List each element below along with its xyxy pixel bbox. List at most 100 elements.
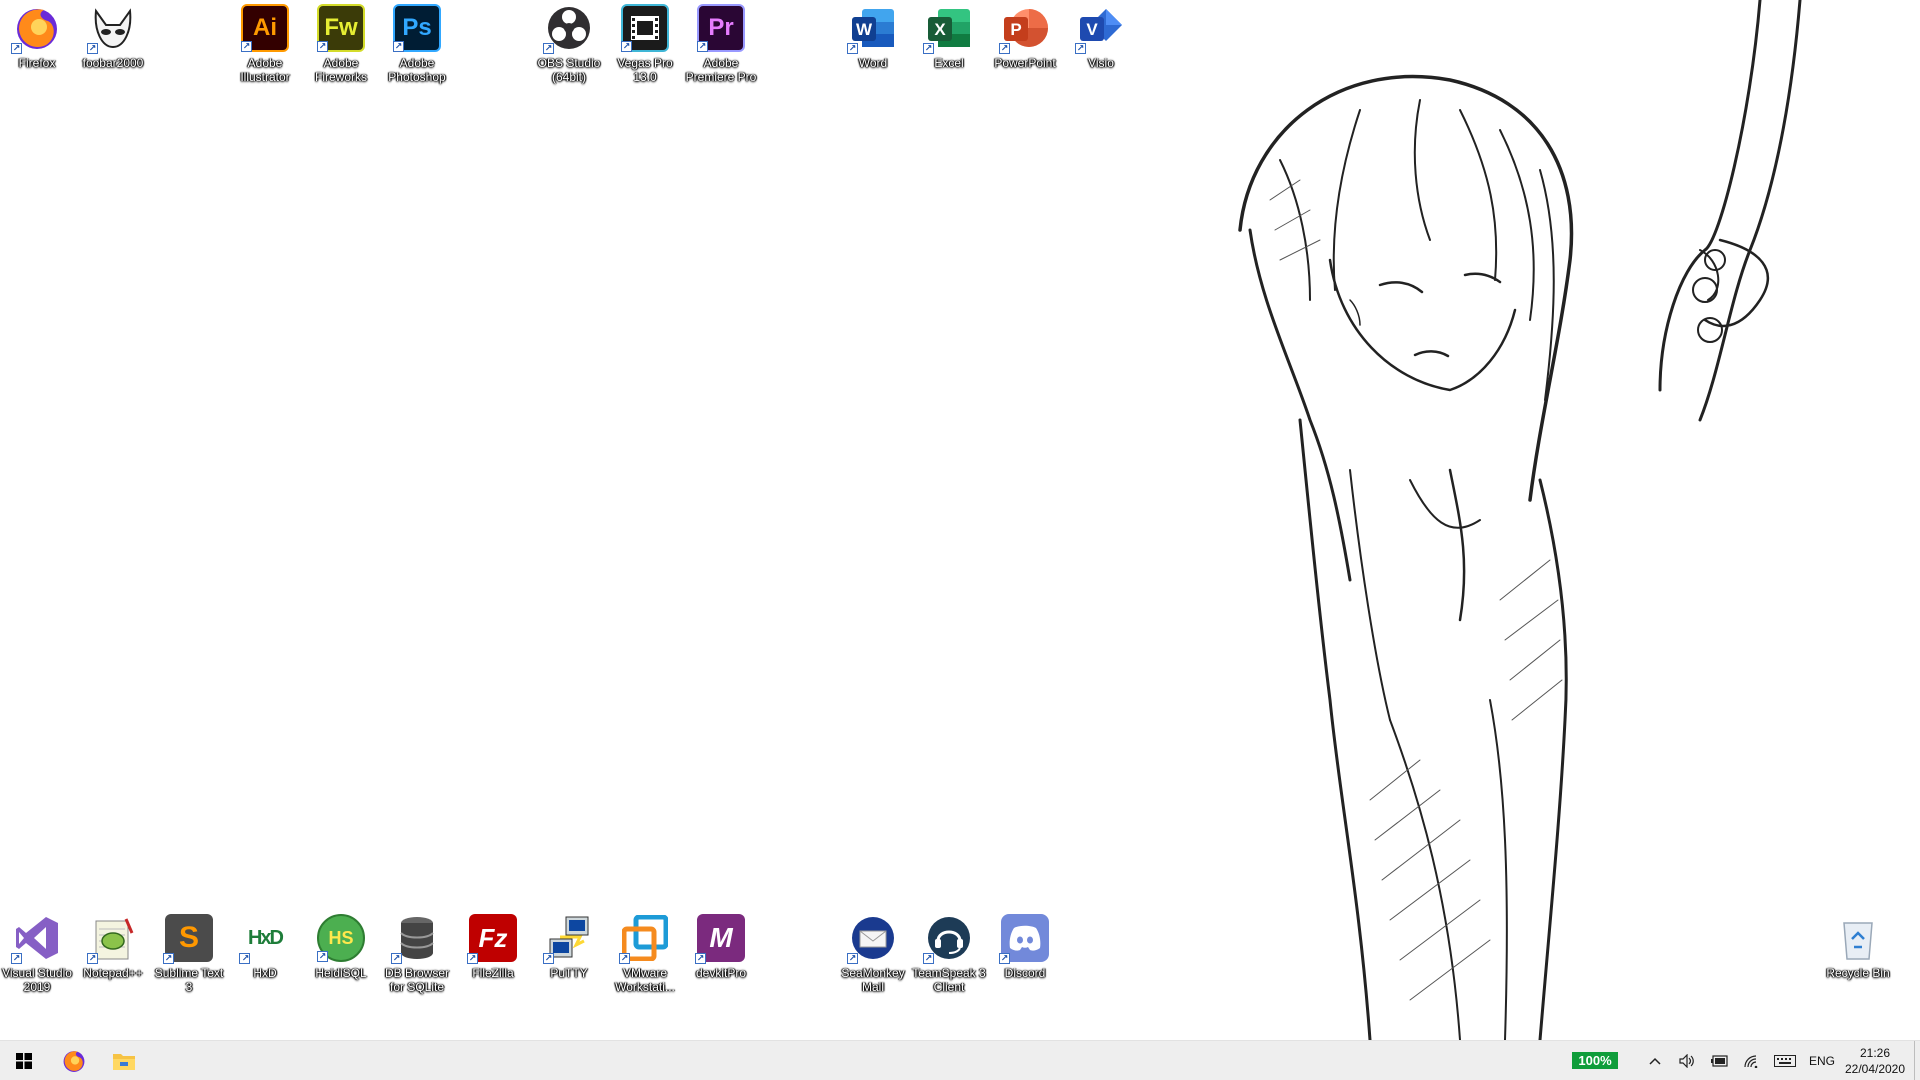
desktop-icon-obs-studio[interactable]: ↗ OBS Studio (64bit) [531,4,607,84]
desktop-icon-discord[interactable]: ↗ Discord [987,914,1063,980]
photoshop-icon: Ps ↗ [393,4,441,52]
desktop-icon-excel[interactable]: X ↗ Excel [911,4,987,70]
shortcut-arrow-icon: ↗ [317,951,328,962]
heidisql-glyph: HS [328,927,354,948]
discord-icon: ↗ [999,914,1049,964]
desktop-icon-word[interactable]: W ↗ Word [835,4,911,70]
desktop-icon-recycle-bin[interactable]: Recycle Bin [1820,914,1896,980]
desktop-icon-powerpoint[interactable]: P ↗ PowerPoint [987,4,1063,70]
desktop-icon-adobe-illustrator[interactable]: Ai ↗ Adobe Illustrator [227,4,303,84]
fireworks-glyph: Fw [324,14,358,41]
shortcut-arrow-icon: ↗ [11,953,22,964]
shortcut-arrow-icon: ↗ [923,953,934,964]
desktop-icon-label: devkitPro [695,966,747,980]
hxd-glyph: HxD [247,926,284,949]
desktop-icon-teamspeak[interactable]: ↗ TeamSpeak 3 Client [911,914,987,994]
shortcut-arrow-icon: ↗ [241,41,252,52]
desktop-icon-label: Adobe Fireworks [314,56,367,84]
desktop-icon-label: Notepad++ [83,966,143,980]
excel-icon: X ↗ [923,4,973,54]
shortcut-arrow-icon: ↗ [619,953,630,964]
desktop-icon-vegas-pro[interactable]: ↗ Vegas Pro 13.0 [607,4,683,84]
desktop-icon-label: Visual Studio 2019 [2,966,72,994]
hxd-icon: HxD ↗ [239,914,289,964]
putty-icon: ↗ [543,914,593,964]
windows-start-icon [16,1053,32,1069]
vegas-film-icon: ↗ [621,4,669,52]
desktop-icon-vmware-workstation[interactable]: ↗ VMware Workstati... [607,914,683,994]
show-hidden-icons-button[interactable] [1640,1041,1670,1080]
devkitpro-icon: M ↗ [695,914,745,964]
shortcut-arrow-icon: ↗ [999,43,1010,54]
seamonkey-mail-icon: ↗ [847,914,897,964]
desktop-icon-putty[interactable]: ↗ PuTTY [531,914,607,980]
powerpoint-icon: P ↗ [999,4,1049,54]
battery-percent-text: 100% [1578,1053,1612,1068]
illustrator-icon: Ai ↗ [241,4,289,52]
desktop-icon-label: Firefox [18,56,56,70]
desktop-icon-label: Adobe Premiere Pro [685,56,757,84]
notepad-plus-plus-icon: ↗ [87,914,137,964]
shortcut-arrow-icon: ↗ [391,953,402,964]
shortcut-arrow-icon: ↗ [393,41,404,52]
devkitpro-glyph: M [709,922,733,953]
battery-percent-meter[interactable]: 100% [1572,1052,1618,1069]
shortcut-arrow-icon: ↗ [239,953,250,964]
show-desktop-button[interactable] [1914,1041,1920,1080]
heidisql-icon: HS ↗ [317,914,365,962]
desktop-icon-label: Discord [1004,966,1046,980]
input-language-text: ENG [1808,1054,1835,1068]
vmware-icon: ↗ [619,914,669,964]
desktop-icon-adobe-fireworks[interactable]: Fw ↗ Adobe Fireworks [303,4,379,84]
desktop-icon-adobe-photoshop[interactable]: Ps ↗ Adobe Photoshop [379,4,455,84]
network-button[interactable] [1736,1041,1766,1080]
desktop-icon-devkitpro[interactable]: M ↗ devkitPro [683,914,759,980]
taskbar-file-explorer-button[interactable] [100,1041,148,1080]
desktop-icon-seamonkey-mail[interactable]: ↗ SeaMonkey Mail [835,914,911,994]
touch-keyboard-button[interactable] [1768,1041,1802,1080]
volume-button[interactable] [1672,1041,1702,1080]
desktop-icon-filezilla[interactable]: Fz ↗ FileZilla [455,914,531,980]
desktop-icon-label: FileZilla [472,966,514,980]
start-button[interactable] [0,1041,48,1080]
desktop-icon-sublime-text[interactable]: S ↗ Sublime Text 3 [151,914,227,994]
shortcut-arrow-icon: ↗ [11,43,22,54]
desktop-icon-label: DB Browser for SQLite [384,966,449,994]
word-glyph: W [856,20,873,39]
visio-glyph: V [1086,20,1098,39]
desktop-icon-hxd[interactable]: HxD ↗ HxD [227,914,303,980]
desktop-icon-db-browser-sqlite[interactable]: ↗ DB Browser for SQLite [379,914,455,994]
taskbar-firefox-button[interactable] [50,1041,98,1080]
volume-icon [1679,1054,1694,1068]
excel-glyph: X [934,20,946,39]
desktop-icon-foobar2000[interactable]: ↗ foobar2000 [75,4,151,70]
clock-date: 22/04/2020 [1844,1062,1906,1076]
foobar-alien-icon: ↗ [87,4,137,54]
powerpoint-glyph: P [1010,20,1021,39]
keyboard-icon [1774,1055,1796,1067]
desktop-icon-adobe-premiere-pro[interactable]: Pr ↗ Adobe Premiere Pro [683,4,759,84]
shortcut-arrow-icon: ↗ [543,43,554,54]
shortcut-arrow-icon: ↗ [847,43,858,54]
clock-button[interactable]: 21:26 22/04/2020 [1840,1045,1910,1077]
desktop-icon-visual-studio[interactable]: ↗ Visual Studio 2019 [0,914,75,994]
firefox-icon: ↗ [11,4,61,54]
taskbar: 100% ENG 21:26 22/04/2020 [0,1040,1920,1080]
shortcut-arrow-icon: ↗ [317,41,328,52]
desktop-icon-notepad-plus-plus[interactable]: ↗ Notepad++ [75,914,151,980]
desktop-icon-label: Excel [934,56,964,70]
chevron-up-icon [1649,1057,1661,1065]
premiere-glyph: Pr [708,14,734,41]
battery-button[interactable] [1704,1041,1734,1080]
desktop-icon-heidisql[interactable]: HS ↗ HeidiSQL [303,914,379,980]
desktop-icon-label: Recycle Bin [1826,966,1890,980]
input-language-button[interactable]: ENG [1804,1041,1840,1080]
illustrator-glyph: Ai [253,14,277,41]
desktop-icon-visio[interactable]: V ↗ Visio [1063,4,1139,70]
desktop-icon-label: OBS Studio (64bit) [537,56,601,84]
photoshop-glyph: Ps [402,14,432,41]
database-icon: ↗ [391,914,441,964]
desktop-icon-firefox[interactable]: ↗ Firefox [0,4,75,70]
desktop[interactable]: ↗ Firefox ↗ foobar2000 Ai ↗ Adobe Illust… [0,0,1920,1040]
wallpaper-sketch [1238,0,1802,1040]
